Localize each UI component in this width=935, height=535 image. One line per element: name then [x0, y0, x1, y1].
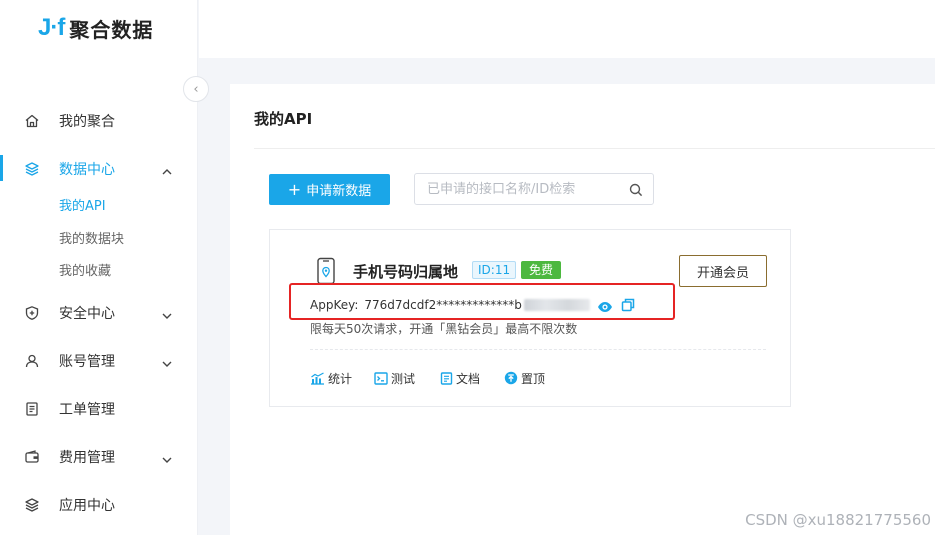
pin-top-icon [504, 371, 518, 385]
document-icon [440, 371, 453, 385]
eye-icon[interactable] [597, 298, 613, 317]
watermark: CSDN @xu18821775560 [745, 511, 931, 529]
action-label: 文档 [456, 371, 481, 386]
action-stats[interactable]: 统计 [310, 370, 352, 386]
appkey-label: AppKey: [310, 298, 359, 312]
chevron-left-icon: ‹ [193, 81, 199, 97]
api-name[interactable]: 手机号码归属地 [353, 261, 458, 282]
logo-mark: J·f [38, 14, 65, 41]
sidebar-item-data-center[interactable]: 数据中心 [0, 154, 198, 184]
sidebar-collapse-button[interactable]: ‹ [183, 76, 209, 102]
brand-name: 聚合数据 [69, 17, 154, 42]
sidebar-item-label: 工单管理 [59, 402, 115, 418]
chevron-up-icon [161, 163, 173, 175]
sidebar-subitem-my-api[interactable]: 我的API [59, 195, 106, 214]
chevron-down-icon [161, 307, 173, 319]
copy-icon[interactable] [621, 297, 635, 316]
sidebar-item-security[interactable]: 安全中心 [0, 298, 198, 328]
brand-logo[interactable]: J·f 聚合数据 [38, 14, 153, 42]
api-search-input[interactable] [427, 175, 627, 203]
sidebar-item-apps[interactable]: 应用中心 [0, 490, 198, 520]
top-bar [199, 0, 935, 58]
apps-icon [24, 497, 40, 513]
appkey-row: AppKey: 776d7dcdf2*************b [310, 296, 590, 314]
apply-new-data-label: 申请新数据 [306, 184, 372, 199]
shield-icon [24, 305, 40, 321]
sidebar-item-label: 我的聚合 [59, 114, 115, 130]
terminal-icon [374, 371, 388, 385]
sidebar-item-my-juhe[interactable]: 我的聚合 [0, 106, 198, 136]
main-panel: 我的API + 申请新数据 手机号码归属地 ID:11 免费 开通会员 AppK… [230, 84, 935, 535]
sidebar-item-label: 费用管理 [59, 450, 115, 466]
sidebar: J·f 聚合数据 我的聚合 数据中心 我的API 我的数据块 我的收藏 安全中心 [0, 0, 198, 535]
chevron-down-icon [161, 451, 173, 463]
home-icon [24, 113, 40, 129]
title-divider [254, 148, 935, 149]
appkey-value: 776d7dcdf2*************b [364, 298, 522, 312]
user-icon [24, 353, 40, 369]
appkey-redacted [523, 299, 590, 311]
sidebar-subitem-my-datablock[interactable]: 我的数据块 [59, 228, 124, 247]
plus-icon: + [287, 179, 302, 199]
sidebar-subitem-my-favorites[interactable]: 我的收藏 [59, 260, 111, 279]
search-icon[interactable] [629, 182, 643, 201]
free-tag: 免费 [521, 261, 562, 279]
card-divider [310, 349, 766, 350]
action-label: 置顶 [521, 371, 546, 386]
ticket-icon [24, 401, 40, 417]
action-label: 测试 [391, 371, 416, 386]
request-limit-text: 限每天50次请求，开通「黑钻会员」最高不限次数 [310, 322, 578, 336]
sidebar-item-label: 数据中心 [59, 162, 115, 178]
page-title: 我的API [254, 110, 313, 128]
action-label: 统计 [328, 371, 353, 386]
action-pin-top[interactable]: 置顶 [504, 370, 545, 386]
api-card: 手机号码归属地 ID:11 免费 开通会员 AppKey: 776d7dcdf2… [269, 229, 791, 407]
api-id-tag: ID:11 [472, 261, 517, 279]
layers-icon [24, 161, 40, 177]
sidebar-item-label: 安全中心 [59, 306, 115, 322]
apply-new-data-button[interactable]: + 申请新数据 [269, 174, 390, 205]
wallet-icon [24, 449, 40, 465]
sidebar-item-billing[interactable]: 费用管理 [0, 442, 198, 472]
chevron-down-icon [161, 355, 173, 367]
chart-icon [310, 371, 325, 385]
api-search-box[interactable] [414, 173, 654, 205]
action-docs[interactable]: 文档 [440, 370, 480, 386]
sidebar-item-ticket[interactable]: 工单管理 [0, 394, 198, 424]
action-test[interactable]: 测试 [374, 370, 415, 386]
sidebar-item-account[interactable]: 账号管理 [0, 346, 198, 376]
sidebar-item-label: 账号管理 [59, 354, 115, 370]
open-membership-button[interactable]: 开通会员 [679, 255, 767, 287]
sidebar-item-label: 应用中心 [59, 498, 115, 514]
